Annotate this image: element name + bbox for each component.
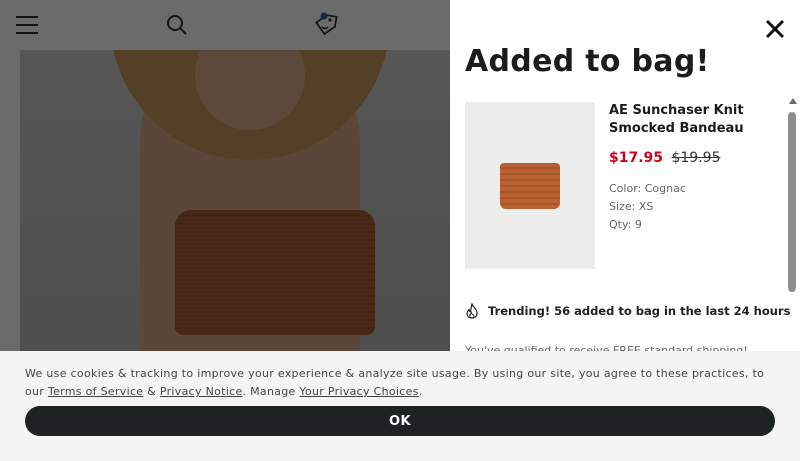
product-color: Color: Cognac: [609, 182, 686, 195]
flame-icon: [465, 302, 483, 320]
product-info: AE Sunchaser Knit Smocked Bandeau $17.95…: [609, 102, 779, 234]
drawer-title: Added to bag!: [465, 44, 710, 79]
cookie-text-amp: &: [143, 385, 160, 398]
trending-notice: Trending! 56 added to bag in the last 24…: [465, 302, 790, 320]
product-size: Size: XS: [609, 200, 654, 213]
original-price: $19.95: [671, 150, 721, 166]
drawer-scrollbar[interactable]: [787, 98, 797, 358]
cookie-ok-button[interactable]: OK: [25, 406, 775, 436]
terms-of-service-link[interactable]: Terms of Service: [48, 385, 143, 398]
cookie-notice-text: We use cookies & tracking to improve you…: [25, 365, 775, 401]
privacy-choices-link[interactable]: Your Privacy Choices: [299, 385, 418, 398]
privacy-notice-link[interactable]: Privacy Notice: [160, 385, 243, 398]
sale-price: $17.95: [609, 150, 664, 166]
product-name[interactable]: AE Sunchaser Knit Smocked Bandeau: [609, 102, 779, 138]
cookie-text-end: .: [418, 385, 423, 398]
product-quantity: Qty: 9: [609, 218, 642, 231]
cookie-text-middle: . Manage: [242, 385, 300, 398]
price-row: $17.95 $19.95: [609, 150, 779, 166]
scrollbar-thumb[interactable]: [788, 112, 796, 292]
product-thumbnail[interactable]: [465, 102, 595, 269]
scroll-up-arrow-icon[interactable]: [789, 98, 797, 104]
product-attributes: Color: Cognac Size: XS Qty: 9: [609, 180, 779, 234]
product-thumbnail-image: [500, 162, 560, 209]
close-icon[interactable]: [762, 16, 788, 42]
cookie-banner: We use cookies & tracking to improve you…: [0, 351, 800, 461]
trending-text: Trending! 56 added to bag in the last 24…: [488, 304, 791, 318]
